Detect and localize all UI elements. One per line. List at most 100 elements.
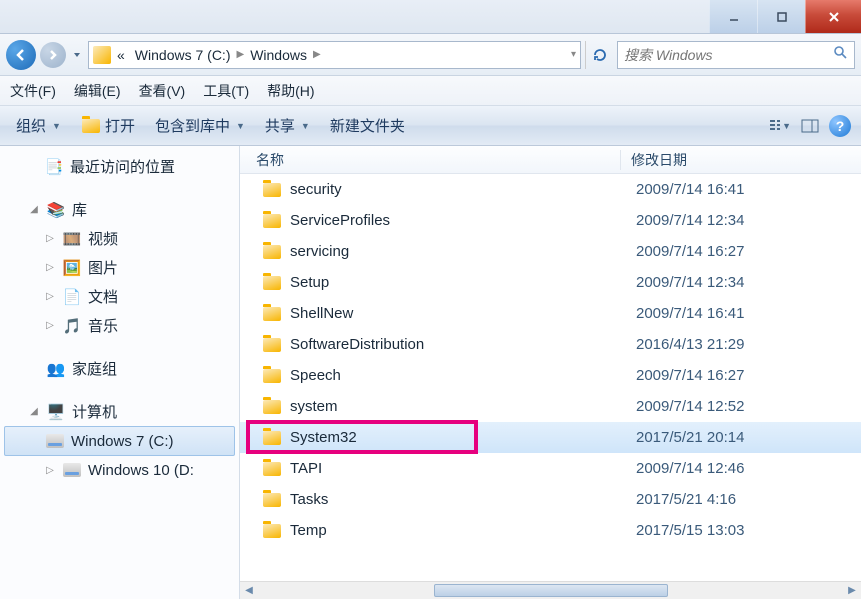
- file-date: 2009/7/14 12:46: [636, 460, 744, 477]
- menu-view[interactable]: 查看(V): [139, 81, 186, 101]
- sidebar: 📑最近访问的位置 ◢📚库 ▷🎞️视频 ▷🖼️图片 ▷📄文档 ▷🎵音乐 👥家庭组 …: [0, 146, 240, 599]
- expand-icon[interactable]: ▷: [44, 262, 56, 273]
- sidebar-item-documents[interactable]: ▷📄文档: [0, 282, 239, 311]
- folder-icon: [262, 304, 282, 324]
- folder-icon: [93, 46, 111, 64]
- file-row[interactable]: ShellNew2009/7/14 16:41: [240, 298, 861, 329]
- column-name[interactable]: 名称: [240, 150, 620, 170]
- drive-icon: [45, 431, 65, 451]
- breadcrumb-seg-drive[interactable]: Windows 7 (C:): [131, 47, 235, 63]
- scroll-track[interactable]: [258, 582, 843, 599]
- file-name: Speech: [290, 367, 636, 384]
- collapse-icon[interactable]: ◢: [28, 204, 40, 215]
- breadcrumb-dropdown-icon[interactable]: ▾: [571, 49, 576, 60]
- expand-icon[interactable]: ▷: [44, 465, 56, 476]
- sidebar-item-pictures[interactable]: ▷🖼️图片: [0, 253, 239, 282]
- newfolder-button[interactable]: 新建文件夹: [324, 113, 411, 138]
- chevron-down-icon: ▼: [782, 121, 791, 131]
- menu-help[interactable]: 帮助(H): [267, 81, 314, 101]
- menu-edit[interactable]: 编辑(E): [74, 81, 121, 101]
- folder-icon: [262, 335, 282, 355]
- folder-icon: [262, 428, 282, 448]
- sidebar-item-libraries[interactable]: ◢📚库: [0, 195, 239, 224]
- sidebar-item-recent[interactable]: 📑最近访问的位置: [0, 152, 239, 181]
- share-button[interactable]: 共享▼: [259, 113, 316, 138]
- file-row[interactable]: ServiceProfiles2009/7/14 12:34: [240, 205, 861, 236]
- column-headers: 名称 修改日期: [240, 146, 861, 174]
- forward-button[interactable]: [40, 42, 66, 68]
- sidebar-item-drive-d[interactable]: ▷Windows 10 (D:: [0, 456, 239, 484]
- sidebar-item-computer[interactable]: ◢🖥️计算机: [0, 397, 239, 426]
- folder-icon: [262, 459, 282, 479]
- minimize-button[interactable]: [709, 0, 757, 33]
- homegroup-icon: 👥: [46, 359, 66, 379]
- search-input[interactable]: [624, 47, 826, 63]
- breadcrumb-seg-windows[interactable]: Windows: [246, 47, 311, 63]
- back-button[interactable]: [6, 40, 36, 70]
- sidebar-item-music[interactable]: ▷🎵音乐: [0, 311, 239, 340]
- document-icon: 📄: [62, 287, 82, 307]
- open-button[interactable]: 打开: [75, 113, 141, 138]
- file-row[interactable]: SoftwareDistribution2016/4/13 21:29: [240, 329, 861, 360]
- view-options-button[interactable]: ▼: [769, 115, 791, 137]
- horizontal-scrollbar[interactable]: ◀ ▶: [240, 581, 861, 599]
- file-date: 2009/7/14 16:27: [636, 243, 744, 260]
- folder-icon: [262, 397, 282, 417]
- history-dropdown-icon[interactable]: [70, 50, 84, 60]
- file-row[interactable]: TAPI2009/7/14 12:46: [240, 453, 861, 484]
- file-name: security: [290, 181, 636, 198]
- preview-pane-button[interactable]: [799, 115, 821, 137]
- file-row[interactable]: Tasks2017/5/21 4:16: [240, 484, 861, 515]
- file-name: ServiceProfiles: [290, 212, 636, 229]
- folder-icon: [262, 273, 282, 293]
- expand-icon[interactable]: ▷: [44, 320, 56, 331]
- navbar: « Windows 7 (C:) ▶ Windows ▶ ▾: [0, 34, 861, 76]
- file-row[interactable]: Temp2017/5/15 13:03: [240, 515, 861, 546]
- file-row[interactable]: Speech2009/7/14 16:27: [240, 360, 861, 391]
- breadcrumb-chevrons[interactable]: «: [113, 47, 129, 63]
- breadcrumb[interactable]: « Windows 7 (C:) ▶ Windows ▶ ▾: [88, 41, 581, 69]
- file-date: 2009/7/14 12:52: [636, 398, 744, 415]
- file-name: Setup: [290, 274, 636, 291]
- organize-button[interactable]: 组织▼: [10, 113, 67, 138]
- refresh-button[interactable]: [585, 41, 613, 69]
- menu-tools[interactable]: 工具(T): [203, 81, 249, 101]
- folder-icon: [262, 366, 282, 386]
- file-row[interactable]: System322017/5/21 20:14: [240, 422, 861, 453]
- maximize-button[interactable]: [757, 0, 805, 33]
- expand-icon[interactable]: ▷: [44, 291, 56, 302]
- file-name: servicing: [290, 243, 636, 260]
- scroll-thumb[interactable]: [434, 584, 668, 597]
- file-name: System32: [290, 429, 636, 446]
- library-icon: 📚: [46, 200, 66, 220]
- file-row[interactable]: Setup2009/7/14 12:34: [240, 267, 861, 298]
- close-button[interactable]: [805, 0, 861, 33]
- expand-icon[interactable]: ▷: [44, 233, 56, 244]
- recent-icon: 📑: [44, 157, 64, 177]
- help-button[interactable]: ?: [829, 115, 851, 137]
- menu-file[interactable]: 文件(F): [10, 81, 56, 101]
- sidebar-item-homegroup[interactable]: 👥家庭组: [0, 354, 239, 383]
- video-icon: 🎞️: [62, 229, 82, 249]
- picture-icon: 🖼️: [62, 258, 82, 278]
- sidebar-item-videos[interactable]: ▷🎞️视频: [0, 224, 239, 253]
- chevron-down-icon: ▼: [301, 121, 310, 131]
- file-row[interactable]: servicing2009/7/14 16:27: [240, 236, 861, 267]
- collapse-icon[interactable]: ◢: [28, 406, 40, 417]
- drive-icon: [62, 460, 82, 480]
- search-box[interactable]: [617, 41, 855, 69]
- file-pane: 名称 修改日期 security2009/7/14 16:41ServicePr…: [240, 146, 861, 599]
- scroll-right-icon[interactable]: ▶: [843, 582, 861, 599]
- include-button[interactable]: 包含到库中▼: [149, 113, 251, 138]
- file-date: 2009/7/14 16:27: [636, 367, 744, 384]
- folder-icon: [262, 521, 282, 541]
- folder-icon: [262, 180, 282, 200]
- file-row[interactable]: system2009/7/14 12:52: [240, 391, 861, 422]
- column-date[interactable]: 修改日期: [620, 150, 861, 170]
- sidebar-item-drive-c[interactable]: Windows 7 (C:): [4, 426, 235, 456]
- file-row[interactable]: security2009/7/14 16:41: [240, 174, 861, 205]
- file-date: 2009/7/14 12:34: [636, 212, 744, 229]
- file-name: ShellNew: [290, 305, 636, 322]
- scroll-left-icon[interactable]: ◀: [240, 582, 258, 599]
- chevron-down-icon: ▼: [52, 121, 61, 131]
